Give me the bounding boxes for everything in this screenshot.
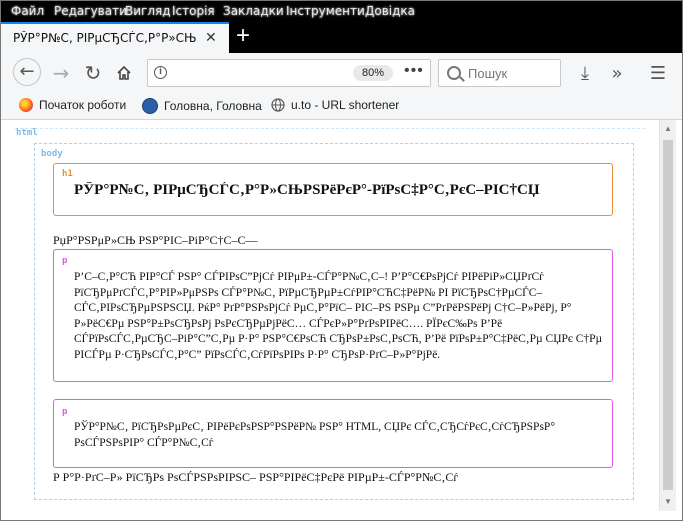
ua-site-icon <box>142 98 158 114</box>
tab-bar: РЎР°Р№С‚ РІРμСЂСЃС‚Р°Р»СЊРЅ ✕ + <box>0 22 683 53</box>
home-icon <box>117 65 131 80</box>
info-icon[interactable]: i <box>154 66 167 79</box>
hamburger-icon: ☰ <box>649 62 667 84</box>
back-button[interactable]: ← <box>13 58 41 86</box>
body-tag-label: body <box>41 149 63 159</box>
globe-icon <box>271 98 285 112</box>
reload-icon: ↻ <box>84 61 102 85</box>
h1-tag-label: h1 <box>62 169 73 179</box>
zoom-indicator[interactable]: 80% <box>353 65 393 81</box>
p2-tag-label: p <box>62 407 68 417</box>
search-input[interactable]: Пошук <box>438 59 561 87</box>
bookmark-label: u.to - URL shortener <box>291 98 400 112</box>
bookmark-uto[interactable]: u.to - URL shortener <box>271 98 399 112</box>
downloads-button[interactable]: ⤓ <box>572 60 598 86</box>
scroll-up-icon[interactable]: ▲ <box>664 124 672 133</box>
html-paragraph: РЎР°Р№С‚ РїСЂРѕРµРєС‚ РІРёРєРѕРЅР°РЅРёР№… <box>74 421 555 449</box>
more-icon[interactable]: ••• <box>404 62 424 80</box>
menu-item-history[interactable]: Історія <box>172 4 215 18</box>
bookmark-label: Початок роботи <box>39 98 127 112</box>
bookmarks-bar: Початок роботи Головна, Головна u.to - U… <box>0 93 683 120</box>
reload-button[interactable]: ↻ <box>80 60 106 86</box>
new-tab-icon[interactable]: + <box>236 22 250 50</box>
close-icon[interactable]: ✕ <box>205 29 217 46</box>
menu-item-edit[interactable]: Редагувати <box>54 4 127 18</box>
intro-paragraph: Р’С–С‚Р°СЋ РІР°СЃ РЅР° СЃРІРѕС”РјСѓ РІРμ… <box>74 271 603 361</box>
arrow-left-icon: ← <box>19 61 35 82</box>
forward-button[interactable]: → <box>48 60 74 86</box>
bookmark-label: Головна, Головна <box>164 99 262 113</box>
menu-item-bookmarks[interactable]: Закладки <box>223 4 284 18</box>
overflow-button[interactable]: » <box>604 60 630 86</box>
page-heading: РЎР°Р№С‚ РІРμСЂСЃС‚Р°Р»СЊРЅРёРєР°-РїРѕС‡… <box>74 182 540 198</box>
chevron-double-right-icon: » <box>611 62 623 84</box>
menu-button[interactable]: ☰ <box>645 60 671 86</box>
html-tag-label: html <box>16 128 38 138</box>
download-icon: ⤓ <box>581 62 589 84</box>
menu-item-view[interactable]: Вигляд <box>125 4 171 18</box>
search-icon <box>447 66 461 80</box>
page-content: html body h1 РЎР°Р№С‚ РІРμСЂСЃС‚Р°Р»СЊРЅ… <box>0 120 683 521</box>
p1-tag-label: p <box>62 256 68 266</box>
scrollbar-thumb[interactable] <box>663 140 673 490</box>
menu-item-file[interactable]: Файл <box>11 4 44 18</box>
section-text: Р Р°Р·РґС–Р» РїСЂРѕ РѕСЃРЅРѕРІРЅС– РЅР°Р… <box>53 470 459 484</box>
nav-panel-text: РџР°РЅРμР»СЊ РЅР°РІС–РіР°С†С–С— <box>53 233 258 247</box>
menu-bar: Файл Редагувати Вигляд Історія Закладки … <box>0 0 683 22</box>
vertical-scrollbar[interactable]: ▲ ▼ <box>659 120 676 511</box>
arrow-right-icon: → <box>52 61 70 85</box>
search-placeholder: Пошук <box>468 66 508 81</box>
menu-item-tools[interactable]: Інструменти <box>286 4 365 18</box>
bookmark-home[interactable]: Головна, Головна <box>142 98 262 114</box>
bookmark-getting-started[interactable]: Початок роботи <box>19 98 126 112</box>
tab-title: РЎР°Р№С‚ РІРμСЂСЃС‚Р°Р»СЊРЅ <box>13 31 197 45</box>
tab-active[interactable]: РЎР°Р№С‚ РІРμСЂСЃС‚Р°Р»СЊРЅ ✕ <box>0 22 229 53</box>
menu-item-help[interactable]: Довідка <box>365 4 415 18</box>
scroll-down-icon[interactable]: ▼ <box>664 497 672 506</box>
url-bar[interactable]: i 80% ••• <box>147 59 431 87</box>
firefox-icon <box>19 98 33 112</box>
home-button[interactable] <box>111 60 137 86</box>
navigation-bar: ← → ↻ i 80% ••• Пошук ⤓ » ☰ <box>0 53 683 93</box>
